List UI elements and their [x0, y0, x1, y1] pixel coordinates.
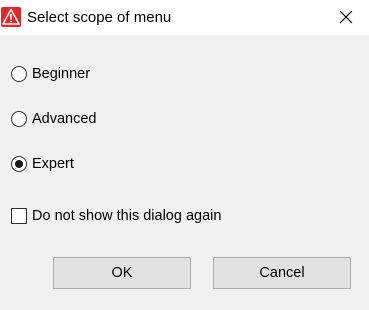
close-button[interactable]	[323, 0, 369, 35]
close-icon	[339, 10, 353, 24]
option-advanced[interactable]: Advanced	[11, 109, 97, 129]
radio-beginner[interactable]	[11, 66, 27, 82]
dont-show-again[interactable]: Do not show this dialog again	[11, 206, 221, 226]
radio-advanced[interactable]	[11, 111, 27, 127]
option-expert[interactable]: Expert	[11, 154, 74, 174]
dont-show-checkbox[interactable]	[11, 208, 27, 224]
radio-expert[interactable]	[11, 156, 27, 172]
title-bar: Select scope of menu	[0, 0, 369, 35]
dont-show-label: Do not show this dialog again	[32, 208, 222, 224]
option-label: Advanced	[32, 111, 97, 127]
option-label: Expert	[32, 156, 74, 172]
scope-dialog: Select scope of menu Beginner Advanced E…	[0, 0, 369, 310]
dialog-title: Select scope of menu	[27, 9, 172, 26]
option-beginner[interactable]: Beginner	[11, 64, 90, 84]
cancel-button[interactable]: Cancel	[213, 257, 351, 289]
option-label: Beginner	[32, 66, 91, 82]
ok-button[interactable]: OK	[53, 257, 191, 289]
warning-triangle-icon	[1, 7, 21, 27]
